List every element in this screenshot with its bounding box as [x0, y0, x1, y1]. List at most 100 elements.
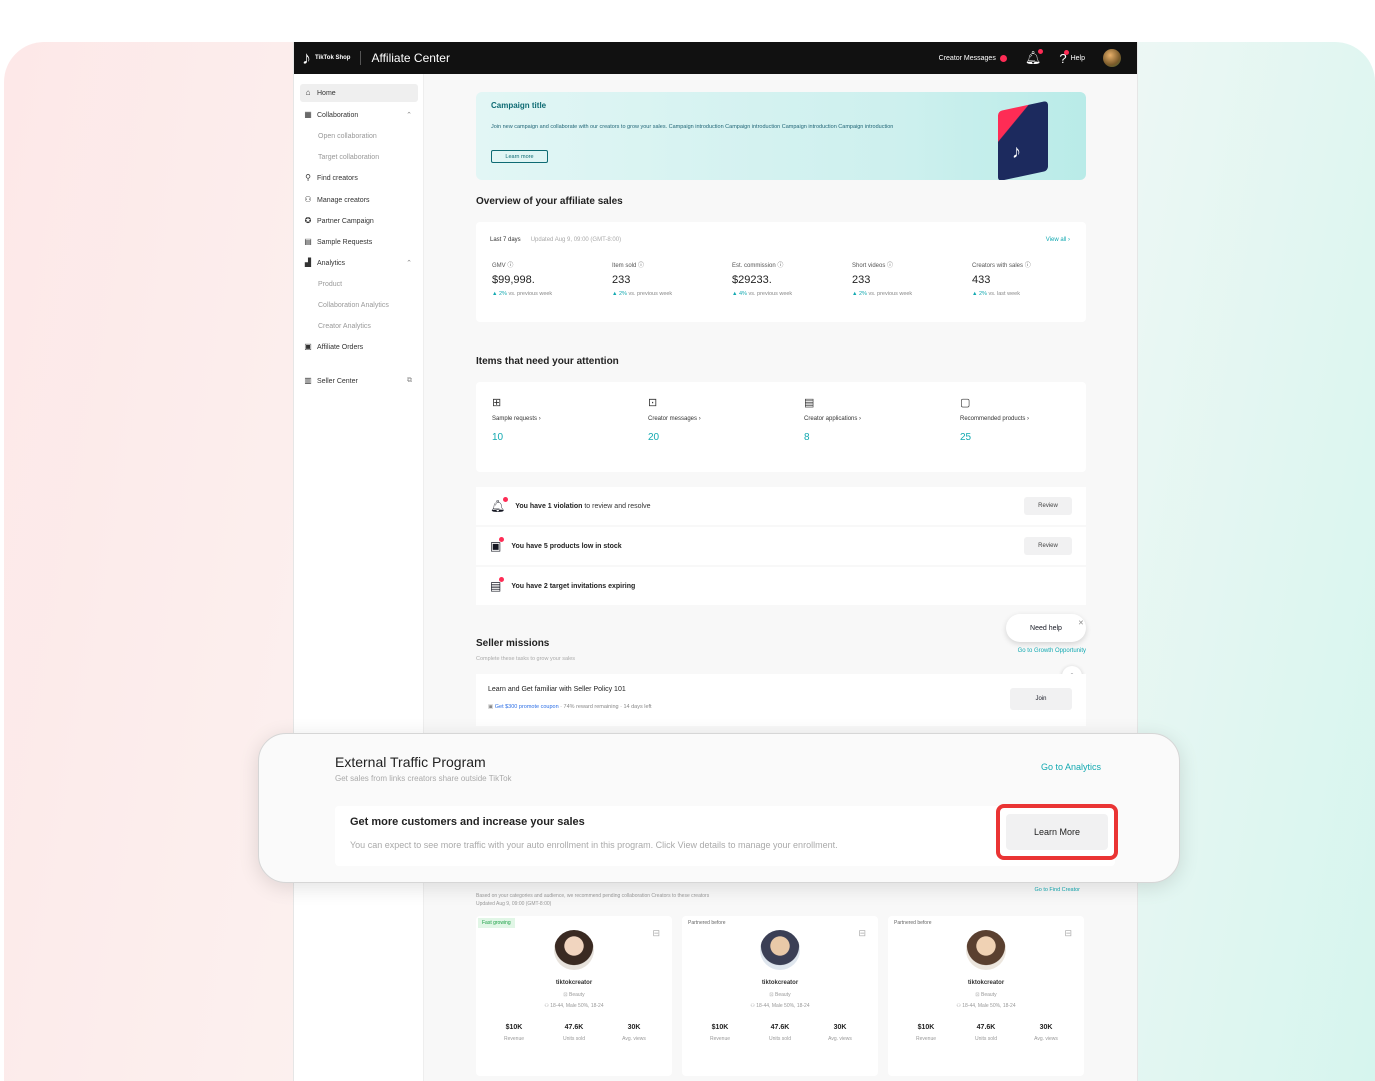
tiktok-shop-logo[interactable]: ♪ TikTok Shop [302, 48, 350, 69]
attention-label: Creator messages [648, 416, 698, 422]
metric-value: 233 [852, 274, 871, 286]
stat-value: 47.6K [564, 1024, 584, 1031]
creator-tag: Partnered before [894, 920, 932, 926]
creator-category: ⊡ Beauty [563, 992, 585, 998]
sidebar-item-label: Manage creators [317, 196, 370, 204]
review-button[interactable]: Review [1024, 537, 1072, 555]
sidebar-item-manage-creators[interactable]: ⚇ Manage creators [300, 191, 418, 209]
stat-label: Avg. views [1034, 1036, 1058, 1042]
creator-demographics: ⚇ 18-44, Male 50%, 18-24 [544, 1003, 604, 1009]
attention-count: 25 [960, 432, 972, 443]
sidebar-item-open-collaboration[interactable]: Open collaboration [300, 127, 418, 145]
sidebar-item-label: Open collaboration [318, 132, 377, 140]
collaboration-icon: ▦ [304, 110, 312, 119]
review-button[interactable]: Review [1024, 497, 1072, 515]
attention-creator-messages[interactable]: ⊡ Creator messages › 20 [648, 396, 788, 443]
stat-label: Avg. views [828, 1036, 852, 1042]
missions-subtitle: Complete these tasks to grow your sales [476, 656, 576, 662]
metric-change: 2% [498, 291, 507, 297]
campaign-icon: ✪ [304, 216, 312, 225]
box-icon: ▣ [490, 537, 505, 553]
creator-category-label: Beauty [981, 992, 997, 998]
creator-messages-button[interactable]: Creator Messages [939, 54, 1007, 62]
sidebar-item-label: Collaboration Analytics [318, 301, 389, 309]
metric-item-sold: Item sold ⓘ 233 ▲ 2% vs. previous week [612, 260, 722, 297]
sidebar-item-sample-requests[interactable]: ▤ Sample Requests [300, 233, 418, 251]
metric-value: $29233. [732, 274, 772, 286]
bookmark-icon[interactable]: ⊟ [652, 928, 660, 939]
bell-icon[interactable]: 🔔︎ [1025, 49, 1044, 66]
attention-creator-applications[interactable]: ▤ Creator applications › 8 [804, 396, 944, 443]
metric-compare: vs. previous week [868, 291, 913, 297]
bookmark-icon[interactable]: ⊟ [858, 928, 866, 939]
bookmark-icon[interactable]: ⊟ [1064, 928, 1072, 939]
sidebar-item-home[interactable]: ⌂ Home [300, 84, 418, 102]
sidebar-item-collaboration[interactable]: ▦ Collaboration ⌃ [300, 106, 418, 124]
creator-avatar [760, 930, 800, 970]
chevron-up-icon: ⌃ [406, 260, 412, 267]
help-button[interactable]: ? Help [1059, 49, 1085, 66]
sidebar-item-product[interactable]: Product [300, 275, 418, 293]
find-creator-link[interactable]: Go to Find Creator [1034, 887, 1080, 893]
banner-learn-more-button[interactable]: Learn more [491, 150, 548, 163]
metric-compare: vs. previous week [628, 291, 673, 297]
view-all-link[interactable]: View all › [1046, 237, 1070, 243]
chart-icon: ▟ [304, 258, 312, 267]
growth-opportunity-link[interactable]: Go to Growth Opportunity [1018, 648, 1086, 654]
etp-subtitle: Get sales from links creators share outs… [335, 774, 512, 783]
sidebar-item-analytics[interactable]: ▟ Analytics ⌃ [300, 254, 418, 272]
sidebar-item-label: Home [317, 89, 336, 97]
etp-title: External Traffic Program [335, 754, 486, 770]
task-text-bold: You have 2 target invitations expiring [511, 582, 636, 590]
creator-stat: $10K Revenue [896, 1024, 956, 1042]
sidebar-item-label: Target collaboration [318, 153, 380, 161]
creator-stat: 47.6K Units sold [544, 1024, 604, 1042]
sidebar-item-label: Affiliate Orders [317, 343, 364, 351]
external-traffic-program-callout: External Traffic Program Get sales from … [258, 733, 1180, 883]
sidebar-item-find-creators[interactable]: ⚲ Find creators [300, 169, 418, 187]
task-low-stock: ▣ You have 5 products low in stock Revie… [476, 527, 1086, 565]
creator-card[interactable]: Fast growing ⊟ tiktokcreator ⊡ Beauty ⚇ … [476, 916, 672, 1076]
invitation-icon: ▤ [490, 577, 505, 593]
metric-est-commission: Est. commission ⓘ $29233. ▲ 4% vs. previou… [732, 260, 842, 297]
attention-sample-requests[interactable]: ⊞ Sample requests › 10 [492, 396, 632, 443]
metric-change: 2% [978, 291, 987, 297]
creator-stat: $10K Revenue [690, 1024, 750, 1042]
sidebar-item-partner-campaign[interactable]: ✪ Partner Campaign [300, 212, 418, 230]
sidebar-item-affiliate-orders[interactable]: ▣ Affiliate Orders [300, 338, 418, 356]
stat-label: Revenue [709, 1036, 730, 1042]
join-button[interactable]: Join [1010, 688, 1072, 710]
learn-more-button[interactable]: Learn More [1006, 814, 1108, 850]
stat-label: Revenue [915, 1036, 936, 1042]
need-help-bubble[interactable]: Need help [1006, 614, 1086, 642]
creator-category: ⊡ Beauty [769, 992, 791, 998]
divider [360, 51, 362, 65]
avatar[interactable] [1103, 49, 1121, 67]
creator-card[interactable]: Partnered before ⊟ tiktokcreator ⊡ Beaut… [682, 916, 878, 1076]
attention-count: 20 [648, 432, 660, 443]
creators-updated: Updated Aug 9, 09:00 (GMT-8:00) [476, 901, 552, 907]
creators-subtitle-line: Based on your categories and audience, w… [476, 893, 710, 899]
overview-period[interactable]: Last 7 days Updated Aug 9, 09:00 (GMT-8:0… [490, 237, 621, 243]
metric-compare: vs. last week [988, 291, 1020, 297]
home-icon: ⌂ [305, 88, 311, 97]
sidebar-item-target-collaboration[interactable]: Target collaboration [300, 148, 418, 166]
metric-change: 2% [858, 291, 867, 297]
mission-reward[interactable]: Get $300 promote coupon [495, 704, 559, 710]
campaign-banner: Campaign title Join new campaign and col… [476, 92, 1086, 180]
creator-card[interactable]: Partnered before ⊟ tiktokcreator ⊡ Beaut… [888, 916, 1084, 1076]
sidebar-item-creator-analytics[interactable]: Creator Analytics [300, 317, 418, 335]
logo-text: TikTok Shop [315, 54, 351, 61]
attention-recommended-products[interactable]: ▢ Recommended products › 25 [960, 396, 1100, 443]
close-icon[interactable]: ✕ [1078, 619, 1084, 627]
sidebar-item-label: Sample Requests [317, 238, 373, 246]
sidebar-item-seller-center[interactable]: ▥ Seller Center ⧉ [300, 372, 418, 390]
period-label: Last 7 days [490, 237, 521, 243]
sidebar-item-collaboration-analytics[interactable]: Collaboration Analytics [300, 296, 418, 314]
go-to-analytics-link[interactable]: Go to Analytics [1041, 762, 1101, 772]
sample-icon: ▤ [304, 237, 312, 246]
sidebar: ⌂ Home ▦ Collaboration ⌃ Open collaboration… [294, 74, 424, 1081]
metric-value: $99,998. [492, 274, 535, 286]
attention-count: 8 [804, 432, 810, 443]
overview-title: Overview of your affiliate sales [476, 196, 623, 207]
